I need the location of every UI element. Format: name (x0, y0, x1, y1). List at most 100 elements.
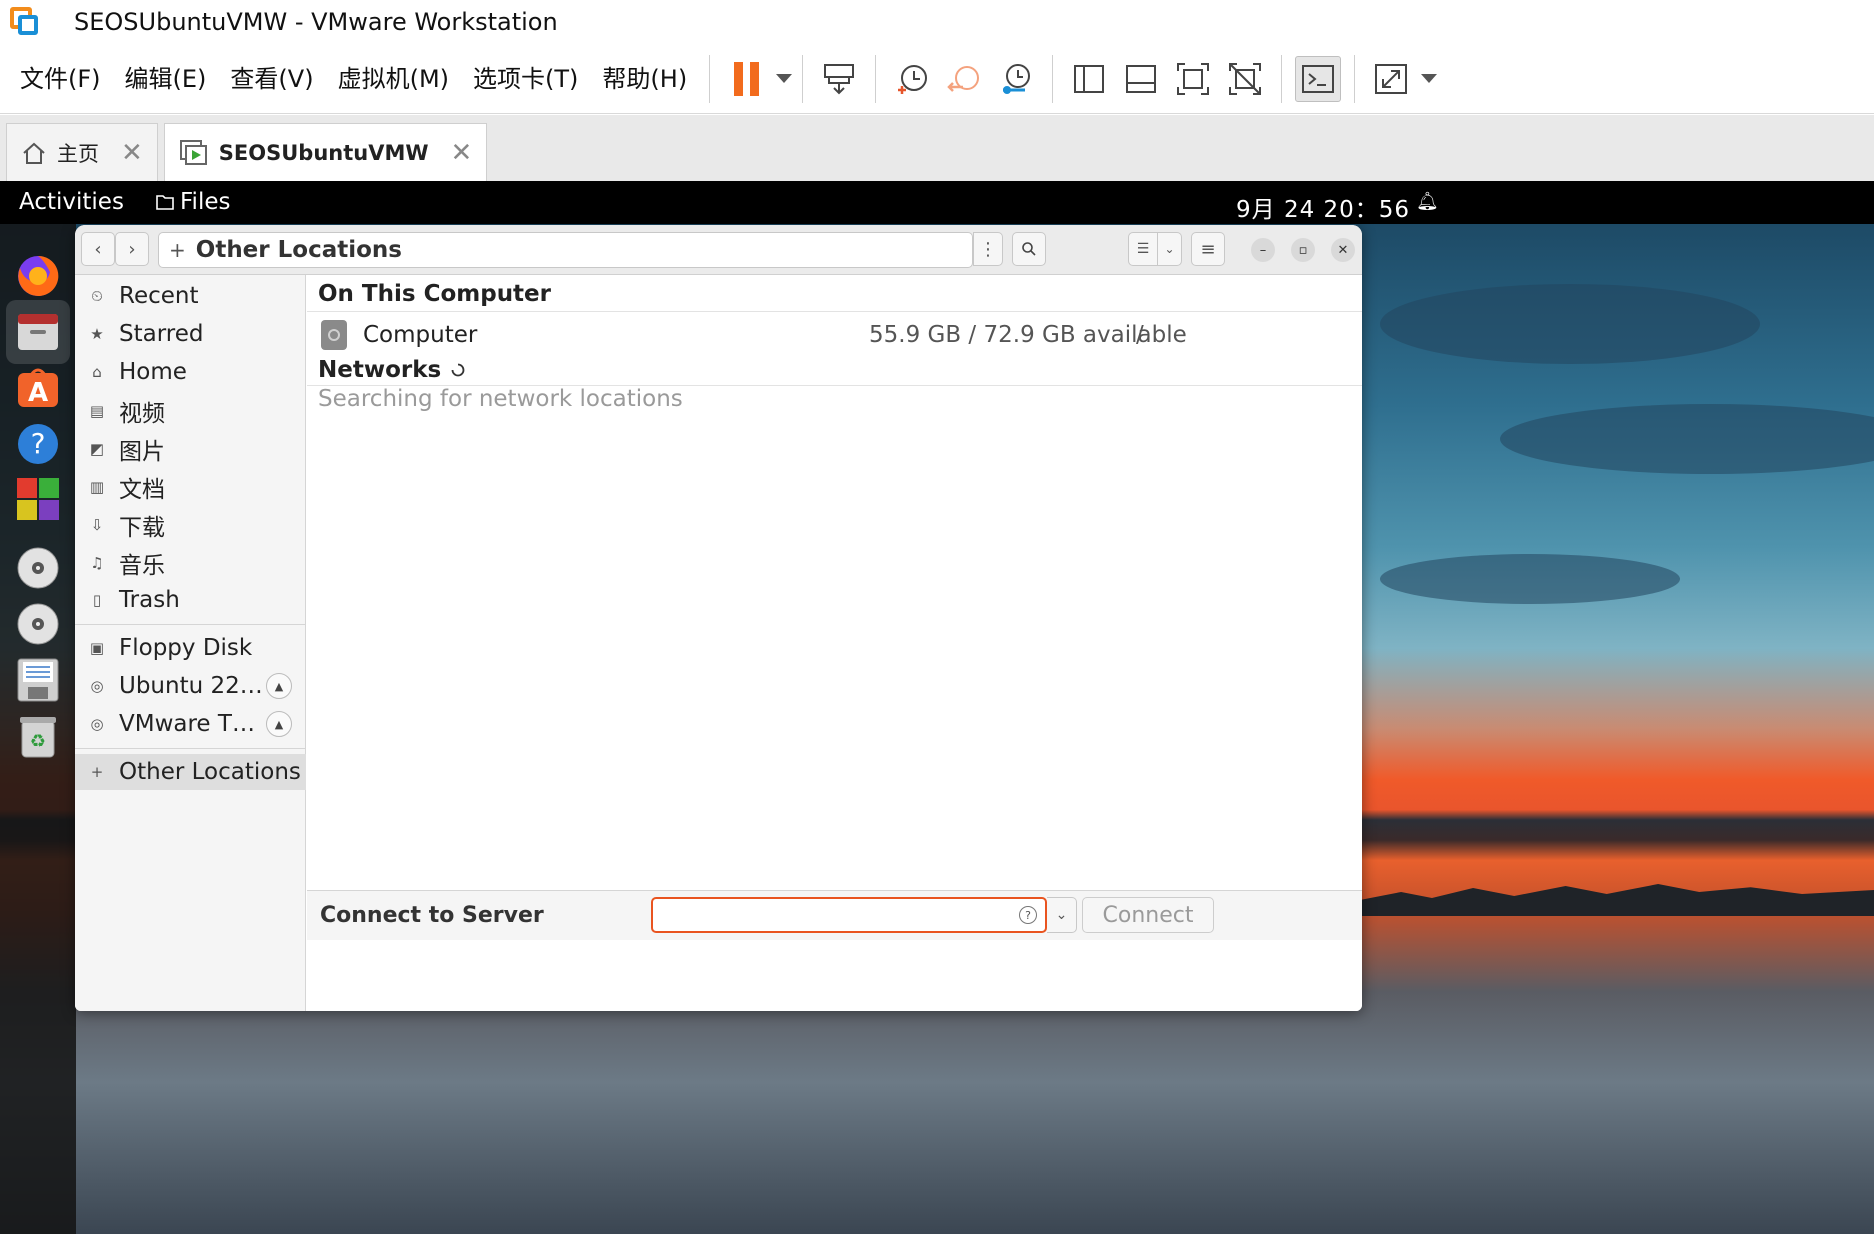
sidebar-item-label: 文档 (119, 477, 165, 503)
forward-button[interactable]: › (115, 232, 149, 266)
server-address-field[interactable]: ? (651, 897, 1047, 933)
list-view-button[interactable]: ☰ (1128, 232, 1158, 266)
show-thumbnail-bar-button[interactable] (1118, 56, 1164, 102)
vmware-menubar: 文件(F) 编辑(E) 查看(V) 虚拟机(M) 选项卡(T) 帮助(H) (0, 44, 1874, 114)
sidebar-item-recent[interactable]: ⏲ Recent (75, 278, 306, 314)
app-grid-icon[interactable] (6, 468, 70, 532)
sidebar-item-pictures[interactable]: ◩ 图片 (75, 431, 306, 467)
tab-home[interactable]: 主页 ✕ (6, 123, 158, 181)
trash-icon: ▯ (92, 591, 102, 609)
tab-seosubuntuvmw[interactable]: SEOSUbuntuVMW ✕ (163, 123, 488, 181)
eject-icon[interactable]: ▲ (266, 711, 292, 737)
clock[interactable]: 9月 24 20：56 (1236, 190, 1410, 224)
snapshot-manager-button[interactable] (993, 56, 1039, 102)
sidebar-item-label: Floppy Disk (119, 635, 253, 661)
plus-icon: + (90, 763, 104, 781)
stretch-dropdown-arrow-icon[interactable] (1421, 74, 1438, 83)
cd-drive-icon[interactable] (6, 536, 70, 600)
console-view-button[interactable] (1295, 55, 1342, 102)
connect-button[interactable]: Connect (1082, 897, 1214, 933)
main-menu-button[interactable]: ≡ (1191, 232, 1225, 266)
sidebar-item-videos[interactable]: ▤ 视频 (75, 393, 306, 429)
files-headerbar: ‹ › + Other Locations ⋮ ☰ ⌄ ≡ – ▫ ✕ (75, 225, 1362, 275)
files-window: ‹ › + Other Locations ⋮ ☰ ⌄ ≡ – ▫ ✕ ⏲ Rec… (75, 225, 1362, 1011)
menu-view[interactable]: 查看(V) (218, 55, 325, 103)
full-screen-button[interactable] (1170, 56, 1216, 102)
sidebar-item-floppy[interactable]: ▣ Floppy Disk (75, 630, 306, 666)
connect-to-server-bar: Connect to Server ? ⌄ Connect (307, 890, 1362, 940)
sidebar-item-trash[interactable]: ▯ Trash (75, 582, 306, 618)
stretch-guest-button[interactable] (1368, 56, 1414, 102)
computer-label: Computer (363, 322, 478, 348)
app-center-icon[interactable]: A (6, 356, 70, 420)
revert-snapshot-button[interactable] (941, 56, 987, 102)
minimize-button[interactable]: – (1251, 238, 1275, 262)
chevron-right-icon: › (128, 238, 136, 260)
take-snapshot-button[interactable] (889, 56, 935, 102)
close-icon[interactable]: ✕ (121, 138, 143, 168)
power-dropdown-arrow-icon[interactable] (776, 74, 793, 83)
firefox-icon[interactable] (6, 244, 70, 308)
sidebar-item-music[interactable]: ♫ 音乐 (75, 545, 306, 581)
sidebar-item-vmware-tools[interactable]: ◎ VMware T… ▲ (75, 706, 306, 742)
toolbar-separator (1052, 54, 1054, 103)
notification-bell-icon[interactable]: 🔔︎ (1416, 191, 1439, 212)
pause-icon (733, 61, 759, 96)
help-icon[interactable]: ? (6, 412, 70, 476)
sidebar-item-documents[interactable]: ▥ 文档 (75, 469, 306, 505)
sidebar-item-downloads[interactable]: ⇩ 下载 (75, 507, 306, 543)
sidebar-item-other-locations[interactable]: + Other Locations (75, 754, 306, 790)
app-menu-files[interactable]: Files (156, 189, 230, 215)
sidebar-item-label: VMware T… (119, 711, 255, 737)
pause-button[interactable] (723, 56, 769, 102)
toolbar-separator (802, 54, 804, 103)
floppy-icon[interactable] (6, 648, 70, 712)
show-library-button[interactable] (1066, 56, 1112, 102)
help-icon[interactable]: ? (1019, 906, 1037, 924)
menu-edit[interactable]: 编辑(E) (113, 55, 219, 103)
document-icon: ▥ (89, 478, 105, 496)
sidebar-item-ubuntu-disc[interactable]: ◎ Ubuntu 22… ▲ (75, 668, 306, 704)
unity-mode-button[interactable] (1222, 56, 1268, 102)
sidebar-item-label: Recent (119, 283, 199, 309)
svg-text:?: ? (31, 427, 46, 460)
recent-servers-dropdown[interactable]: ⌄ (1047, 897, 1077, 933)
menu-vm[interactable]: 虚拟机(M) (326, 55, 461, 103)
maximize-button[interactable]: ▫ (1291, 238, 1315, 262)
sidebar-item-label: Other Locations (119, 759, 301, 785)
view-options-button[interactable]: ⌄ (1158, 232, 1182, 266)
location-pathbar[interactable]: + Other Locations (158, 232, 973, 268)
menu-tabs[interactable]: 选项卡(T) (461, 55, 590, 103)
snapshot-manager-icon (1003, 63, 1031, 94)
back-button[interactable]: ‹ (81, 232, 115, 266)
computer-location-row[interactable]: Computer 55.9 GB / 72.9 GB available / (307, 311, 1362, 359)
activities-button[interactable]: Activities (19, 189, 124, 215)
trash-icon[interactable]: ♻ (6, 704, 70, 768)
server-address-input[interactable] (657, 900, 1017, 930)
music-icon: ♫ (90, 554, 104, 572)
vm-running-icon (179, 139, 209, 167)
close-icon[interactable]: ✕ (451, 138, 473, 168)
menu-help[interactable]: 帮助(H) (590, 55, 699, 103)
send-ctrl-alt-del-button[interactable] (816, 56, 862, 102)
svg-text:A: A (28, 378, 48, 408)
cd-drive-icon[interactable] (6, 592, 70, 656)
sidebar-item-home[interactable]: ⌂ Home (75, 354, 306, 390)
menu-file[interactable]: 文件(F) (8, 55, 113, 103)
sidebar-separator (75, 624, 306, 625)
sidebar-item-starred[interactable]: ★ Starred (75, 316, 306, 352)
recent-icon: ⏲ (91, 287, 103, 305)
search-icon (1022, 242, 1036, 256)
chevron-down-icon: ⌄ (1164, 242, 1175, 256)
download-icon: ⇩ (90, 516, 104, 534)
eject-icon[interactable]: ▲ (266, 673, 292, 699)
unity-mode-icon (1229, 62, 1262, 95)
location-menu-button[interactable]: ⋮ (973, 232, 1003, 266)
search-button[interactable] (1012, 232, 1046, 266)
stretch-icon (1375, 63, 1408, 94)
close-button[interactable]: ✕ (1331, 238, 1355, 262)
files-icon[interactable] (6, 300, 70, 364)
guest-screen[interactable]: Activities Files 9月 24 20：56 🔔︎ A ? ♻ ‹ … (0, 181, 1874, 1234)
sidebar-item-label: Trash (119, 587, 180, 613)
full-screen-icon (1177, 62, 1210, 95)
